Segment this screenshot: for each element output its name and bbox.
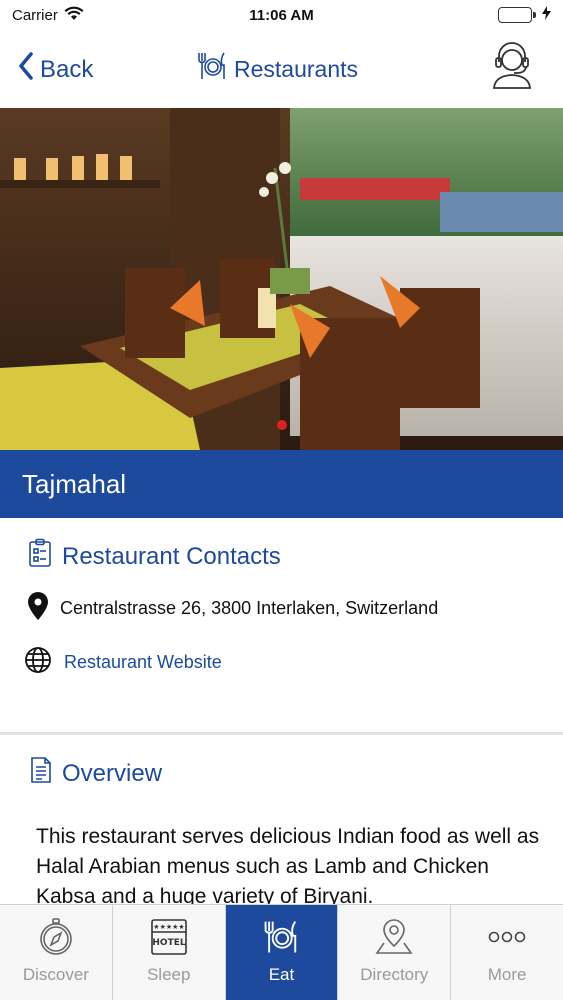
wifi-icon: [64, 6, 84, 25]
address-text: Centralstrasse 26, 3800 Interlaken, Swit…: [60, 598, 439, 618]
back-button[interactable]: Back: [18, 52, 93, 87]
compass-icon: [36, 917, 76, 957]
carrier-label: Carrier: [12, 6, 58, 24]
section-divider: [0, 732, 563, 735]
overview-description: This restaurant serves delicious Indian …: [36, 825, 540, 908]
restaurant-name-band: Tajmahal: [0, 450, 563, 518]
back-label: Back: [40, 55, 94, 83]
page-title-text: Restaurants: [234, 55, 359, 82]
tab-label: Eat: [268, 965, 295, 984]
plate-cutlery-icon: [261, 917, 301, 957]
status-bar: Carrier 11:06 AM: [0, 0, 563, 30]
chevron-left-icon: [18, 52, 34, 87]
website-label: Restaurant Website: [64, 652, 222, 672]
charging-bolt-icon: [542, 6, 551, 24]
tab-label: Sleep: [146, 965, 191, 984]
document-icon: [30, 756, 52, 791]
svg-text:★★★★★: ★★★★★: [153, 923, 184, 931]
tab-directory[interactable]: Directory: [338, 905, 452, 1000]
map-marker-icon: [28, 592, 48, 625]
restaurant-name: Tajmahal: [22, 468, 127, 499]
svg-text:HOTEL: HOTEL: [152, 938, 185, 948]
globe-icon: [24, 646, 52, 679]
tab-eat[interactable]: Eat: [225, 905, 339, 1000]
status-left: Carrier: [12, 6, 84, 25]
customer-support-button[interactable]: [489, 42, 535, 90]
status-time: 11:06 AM: [249, 6, 314, 24]
hotel-icon: ★★★★★ HOTEL: [149, 917, 189, 957]
tab-label: More: [487, 965, 527, 984]
restaurant-photo[interactable]: [0, 108, 563, 450]
tab-discover[interactable]: Discover: [0, 905, 113, 1000]
battery-icon: [498, 7, 536, 23]
page-title: Restaurants: [196, 50, 358, 88]
website-link[interactable]: Restaurant Website: [24, 646, 222, 679]
tab-label: Directory: [360, 965, 429, 984]
bottom-tab-bar: Discover ★★★★★ HOTEL Sleep Eat Directory…: [0, 904, 563, 1000]
tab-sleep[interactable]: ★★★★★ HOTEL Sleep: [113, 905, 226, 1000]
status-right: [498, 6, 551, 24]
tab-label: Discover: [22, 965, 89, 984]
contacts-section-title: Restaurant Contacts: [28, 538, 281, 575]
carousel-page-dot[interactable]: [277, 420, 287, 430]
more-dots-icon: [487, 917, 527, 957]
clipboard-list-icon: [28, 538, 52, 575]
overview-title-text: Overview: [62, 759, 163, 787]
map-pin-icon: [374, 917, 414, 957]
navigation-bar: Back Restaurants: [0, 30, 563, 108]
address-row: Centralstrasse 26, 3800 Interlaken, Swit…: [28, 592, 438, 625]
overview-section-title: Overview: [30, 756, 162, 791]
cutlery-plate-icon: [196, 50, 228, 88]
contacts-title-text: Restaurant Contacts: [62, 542, 281, 570]
tab-more[interactable]: More: [451, 905, 563, 1000]
headset-support-icon: [489, 42, 535, 94]
